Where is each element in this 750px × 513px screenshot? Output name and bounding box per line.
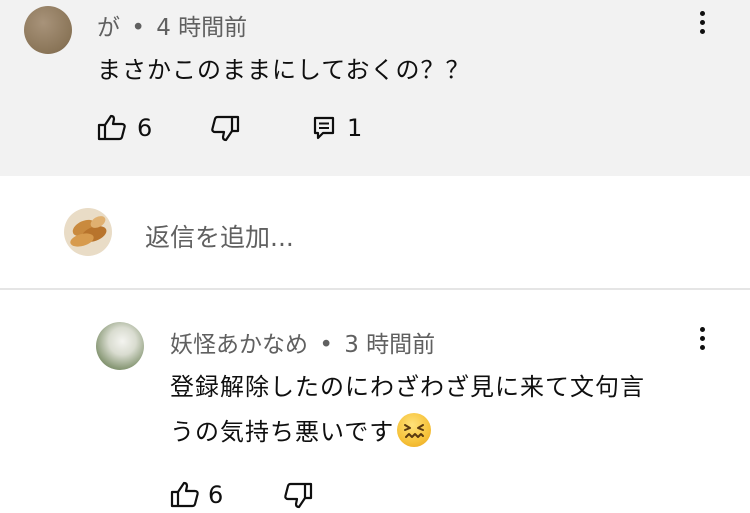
bread-image: [70, 216, 107, 247]
comment-card: が • 4 時間前 まさかこのままにしておくの？？ 6 1: [0, 0, 750, 176]
divider: [0, 288, 750, 290]
thumbs-down-icon: [284, 482, 313, 509]
thumbs-up-icon: [97, 114, 126, 141]
dislike-button[interactable]: [210, 115, 240, 145]
confounded-face-emoji: [397, 413, 432, 447]
reply-time: 3 時間前: [344, 332, 436, 358]
comment-header: が • 4 時間前: [97, 8, 247, 42]
like-count: 6: [208, 481, 224, 509]
like-count: 6: [137, 114, 153, 142]
reply-text: うの気持ち悪いです: [170, 418, 395, 446]
reply-text-line-2: うの気持ち悪いです: [170, 412, 432, 447]
avatar[interactable]: [24, 6, 72, 54]
replies-button[interactable]: [313, 116, 337, 142]
reply-count: 1: [347, 114, 363, 142]
more-options-icon[interactable]: [698, 327, 706, 355]
comment-author[interactable]: が: [97, 15, 120, 41]
user-avatar: [64, 208, 112, 256]
reply-text-line-1: 登録解除したのにわざわざ見に来て文句言: [170, 373, 645, 401]
reply-avatar[interactable]: [96, 322, 144, 370]
meta-separator: •: [131, 15, 145, 41]
comment-time: 4 時間前: [156, 15, 248, 41]
more-options-icon[interactable]: [698, 11, 706, 39]
like-button[interactable]: [97, 113, 127, 143]
reply-author[interactable]: 妖怪あかなめ: [170, 332, 308, 358]
thumbs-down-icon: [211, 115, 240, 142]
meta-separator: •: [319, 332, 333, 358]
dislike-button[interactable]: [283, 482, 313, 512]
add-reply-input[interactable]: 返信を追加...: [145, 218, 294, 254]
thumbs-up-icon: [170, 481, 199, 508]
comment-icon: [313, 116, 335, 140]
like-button[interactable]: [170, 480, 200, 510]
comment-text: まさかこのままにしておくの？？: [97, 56, 471, 84]
reply-header: 妖怪あかなめ • 3 時間前: [170, 325, 435, 359]
